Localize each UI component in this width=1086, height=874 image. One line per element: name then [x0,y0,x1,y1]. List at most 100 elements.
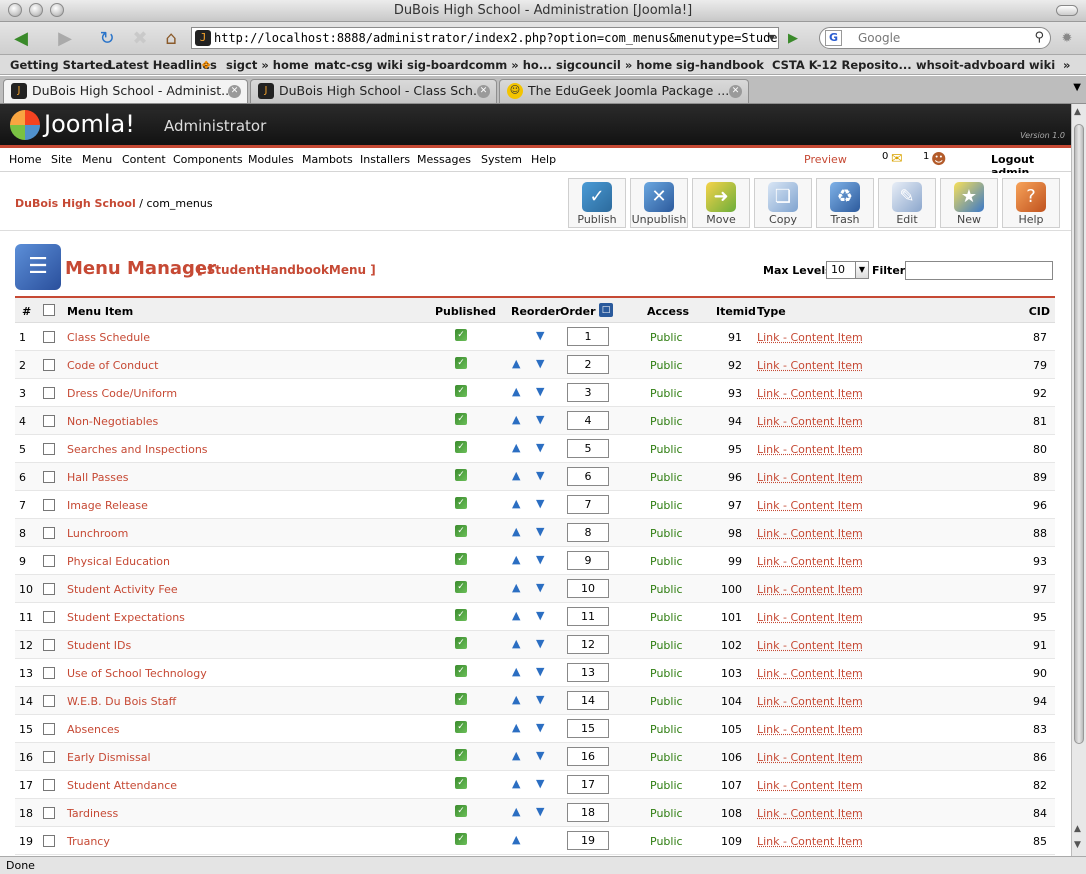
menu-item-link[interactable]: Image Release [67,499,148,512]
back-arrow-icon[interactable]: ◀ [4,26,38,50]
published-icon[interactable]: ✓ [455,721,467,733]
published-icon[interactable]: ✓ [455,413,467,425]
published-icon[interactable]: ✓ [455,357,467,369]
reload-icon[interactable]: ↻ [94,26,120,50]
move-button[interactable]: ➜ Move [692,178,750,228]
type-link[interactable]: Link - Content Item [757,835,863,848]
move-down-icon[interactable]: ▼ [536,637,544,650]
move-up-icon[interactable]: ▲ [512,385,520,398]
move-up-icon[interactable]: ▲ [512,637,520,650]
order-input[interactable]: 15 [567,719,609,738]
menu-home[interactable]: Home [9,153,41,166]
edit-button[interactable]: ✎ Edit [878,178,936,228]
menu-item-link[interactable]: Student Activity Fee [67,583,178,596]
order-input[interactable]: 17 [567,775,609,794]
preview-link[interactable]: Preview [804,153,847,166]
menu-menu[interactable]: Menu [82,153,112,166]
menu-item-link[interactable]: Truancy [67,835,110,848]
row-checkbox[interactable] [43,387,55,399]
access-link[interactable]: Public [650,331,683,344]
type-link[interactable]: Link - Content Item [757,359,863,372]
scroll-up-icon[interactable]: ▲ [1074,107,1081,117]
menu-messages[interactable]: Messages [417,153,471,166]
move-down-icon[interactable]: ▼ [536,525,544,538]
row-checkbox[interactable] [43,751,55,763]
trash-button[interactable]: ♻ Trash [816,178,874,228]
scroll-down-icon[interactable]: ▼ [1074,840,1081,850]
scroll-thumb[interactable] [1074,124,1084,744]
menu-item-link[interactable]: Class Schedule [67,331,150,344]
bookmark-item[interactable]: Getting Started [10,58,111,72]
forward-arrow-icon[interactable]: ▶ [48,26,82,50]
toolbar-toggle-button[interactable] [1056,5,1078,16]
move-up-icon[interactable]: ▲ [512,721,520,734]
menu-installers[interactable]: Installers [360,153,410,166]
published-icon[interactable]: ✓ [455,777,467,789]
move-down-icon[interactable]: ▼ [536,329,544,342]
published-icon[interactable]: ✓ [455,385,467,397]
save-order-icon[interactable]: □ [599,303,613,317]
row-checkbox[interactable] [43,415,55,427]
menu-item-link[interactable]: Tardiness [67,807,118,820]
messages-icon[interactable]: ✉ [891,151,903,167]
access-link[interactable]: Public [650,359,683,372]
menu-item-link[interactable]: Code of Conduct [67,359,158,372]
access-link[interactable]: Public [650,443,683,456]
access-link[interactable]: Public [650,471,683,484]
menu-item-link[interactable]: Student Attendance [67,779,177,792]
copy-button[interactable]: ❏ Copy [754,178,812,228]
address-bar[interactable]: J http://localhost:8888/administrator/in… [191,27,779,49]
type-link[interactable]: Link - Content Item [757,443,863,456]
type-link[interactable]: Link - Content Item [757,611,863,624]
menu-item-link[interactable]: Hall Passes [67,471,128,484]
type-link[interactable]: Link - Content Item [757,779,863,792]
row-checkbox[interactable] [43,639,55,651]
help-button[interactable]: ? Help [1002,178,1060,228]
row-checkbox[interactable] [43,499,55,511]
move-up-icon[interactable]: ▲ [512,833,520,846]
order-input[interactable]: 5 [567,439,609,458]
access-link[interactable]: Public [650,387,683,400]
bookmark-item[interactable]: matc-csg wiki [314,58,403,72]
published-icon[interactable]: ✓ [455,833,467,845]
type-link[interactable]: Link - Content Item [757,387,863,400]
bookmarks-overflow-icon[interactable]: » [1063,58,1070,72]
row-checkbox[interactable] [43,667,55,679]
order-input[interactable]: 7 [567,495,609,514]
move-down-icon[interactable]: ▼ [536,749,544,762]
move-up-icon[interactable]: ▲ [512,665,520,678]
access-link[interactable]: Public [650,611,683,624]
access-link[interactable]: Public [650,667,683,680]
menu-item-link[interactable]: Early Dismissal [67,751,151,764]
tab-edugeek[interactable]: ☺ The EduGeek Joomla Package ... ✕ [499,79,749,103]
order-input[interactable]: 13 [567,663,609,682]
scroll-up-icon[interactable]: ▲ [1074,824,1081,834]
row-checkbox[interactable] [43,779,55,791]
type-link[interactable]: Link - Content Item [757,471,863,484]
row-checkbox[interactable] [43,583,55,595]
search-engine-icon[interactable]: G [825,30,842,46]
order-input[interactable]: 6 [567,467,609,486]
select-all-checkbox[interactable] [43,304,55,316]
home-icon[interactable]: ⌂ [158,26,184,50]
type-link[interactable]: Link - Content Item [757,723,863,736]
published-icon[interactable]: ✓ [455,497,467,509]
type-link[interactable]: Link - Content Item [757,583,863,596]
menu-site[interactable]: Site [51,153,72,166]
row-checkbox[interactable] [43,359,55,371]
new-button[interactable]: ★ New [940,178,998,228]
users-icon[interactable]: ☻ [931,150,947,168]
menu-content[interactable]: Content [122,153,166,166]
menu-item-link[interactable]: Use of School Technology [67,667,207,680]
search-input[interactable]: G Google ⚲ [819,27,1051,49]
move-down-icon[interactable]: ▼ [536,581,544,594]
published-icon[interactable]: ✓ [455,637,467,649]
order-input[interactable]: 10 [567,579,609,598]
close-tab-icon[interactable]: ✕ [729,85,742,98]
move-up-icon[interactable]: ▲ [512,805,520,818]
menu-item-link[interactable]: Dress Code/Uniform [67,387,177,400]
type-link[interactable]: Link - Content Item [757,807,863,820]
tab-class-schedule[interactable]: J DuBois High School - Class Sch... ✕ [250,79,497,103]
row-checkbox[interactable] [43,695,55,707]
access-link[interactable]: Public [650,835,683,848]
